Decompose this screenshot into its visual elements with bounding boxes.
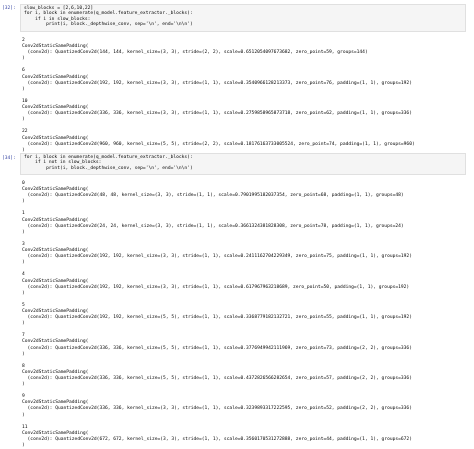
code-line: print(i, block._depthwise_conv, sep='\n'… [24, 22, 193, 28]
output-line: (conv2d): QuantizedConv2d(336, 336, kern… [22, 376, 412, 381]
output-line: (conv2d): QuantizedConv2d(48, 48, kernel… [22, 193, 404, 199]
output-line: (conv2d): QuantizedConv2d(336, 336, kern… [22, 345, 412, 351]
output-line: (conv2d): QuantizedConv2d(336, 336, kern… [22, 406, 412, 412]
cell-output: 2 Conv2dStaticSamePadding( (conv2d): Quan… [22, 38, 470, 154]
cell-output: 0 Conv2dStaticSamePadding( (conv2d): Quan… [22, 181, 470, 449]
output-line: (conv2d): QuantizedConv2d(672, 672, kern… [22, 436, 412, 442]
output-line: ) [22, 443, 25, 449]
output-line: (conv2d): QuantizedConv2d(192, 192, kern… [22, 284, 410, 290]
output-line: (conv2d): QuantizedConv2d(336, 336, kern… [22, 111, 412, 117]
output-line: (conv2d): QuantizedConv2d(192, 192, kern… [22, 254, 412, 260]
code-input[interactable]: slow_blocks = [2,6,10,22] for i, block in… [20, 4, 466, 32]
output-line: (conv2d): QuantizedConv2d(960, 960, kern… [22, 141, 415, 147]
cell-prompt: [32]: [2, 6, 16, 11]
output-line: (conv2d): QuantizedConv2d(192, 192, kern… [22, 80, 412, 86]
code-input[interactable]: for i, block in enumerate(q_model.featur… [20, 153, 466, 175]
output-line: (conv2d): QuantizedConv2d(24, 24, kernel… [22, 223, 404, 229]
cell-prompt: [34]: [2, 156, 16, 161]
code-line: print(i, block._depthwise_conv, sep='\n'… [24, 165, 193, 171]
output-line: (conv2d): QuantizedConv2d(192, 192, kern… [22, 315, 412, 321]
